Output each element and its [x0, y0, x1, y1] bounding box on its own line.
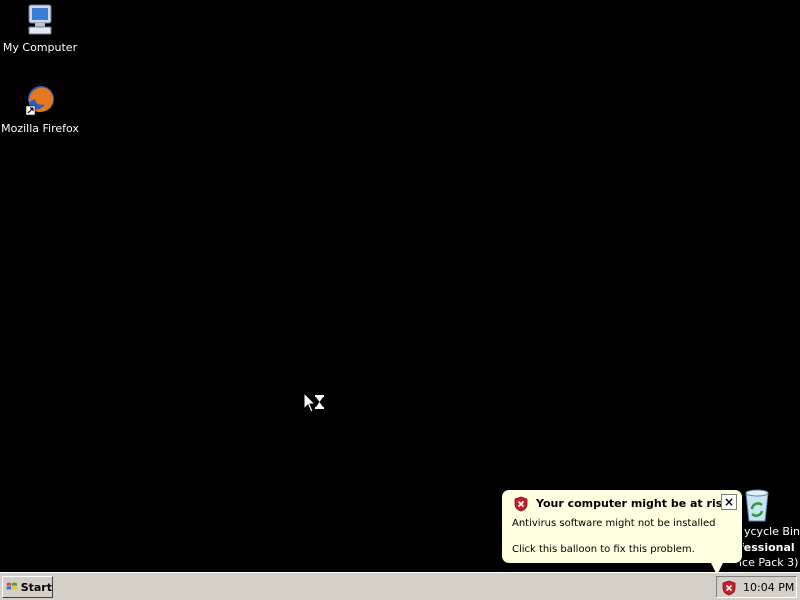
taskbar: Start 10:04 PM: [0, 572, 800, 600]
security-shield-icon[interactable]: [722, 580, 736, 596]
desktop-icon-label: ycycle Bin: [744, 525, 800, 538]
balloon-close-button[interactable]: ×: [721, 494, 737, 510]
desktop-icon-firefox[interactable]: Mozilla Firefox: [0, 84, 80, 135]
busy-cursor-icon: [303, 391, 327, 414]
security-balloon[interactable]: Your computer might be at risk × Antivir…: [501, 489, 743, 564]
security-shield-icon: [514, 496, 528, 512]
desktop-icon-label: My Computer: [2, 41, 78, 54]
service-pack-watermark: ice Pack 3): [739, 556, 799, 569]
balloon-message: Antivirus software might not be installe…: [512, 518, 716, 529]
edition-watermark: fessional: [739, 541, 795, 554]
my-computer-icon: [23, 3, 57, 37]
system-tray: 10:04 PM: [716, 576, 797, 598]
desktop-icon-my-computer[interactable]: My Computer: [0, 3, 80, 54]
recycle-bin-icon[interactable]: [738, 487, 782, 527]
firefox-icon: [23, 84, 57, 118]
clock[interactable]: 10:04 PM: [743, 581, 794, 594]
start-label: Start: [20, 580, 52, 594]
balloon-title: Your computer might be at risk: [536, 497, 730, 510]
windows-logo-icon: [6, 582, 17, 590]
start-button[interactable]: Start: [2, 576, 53, 598]
balloon-action-text: Click this balloon to fix this problem.: [512, 544, 695, 555]
desktop-icon-label: Mozilla Firefox: [1, 122, 79, 135]
